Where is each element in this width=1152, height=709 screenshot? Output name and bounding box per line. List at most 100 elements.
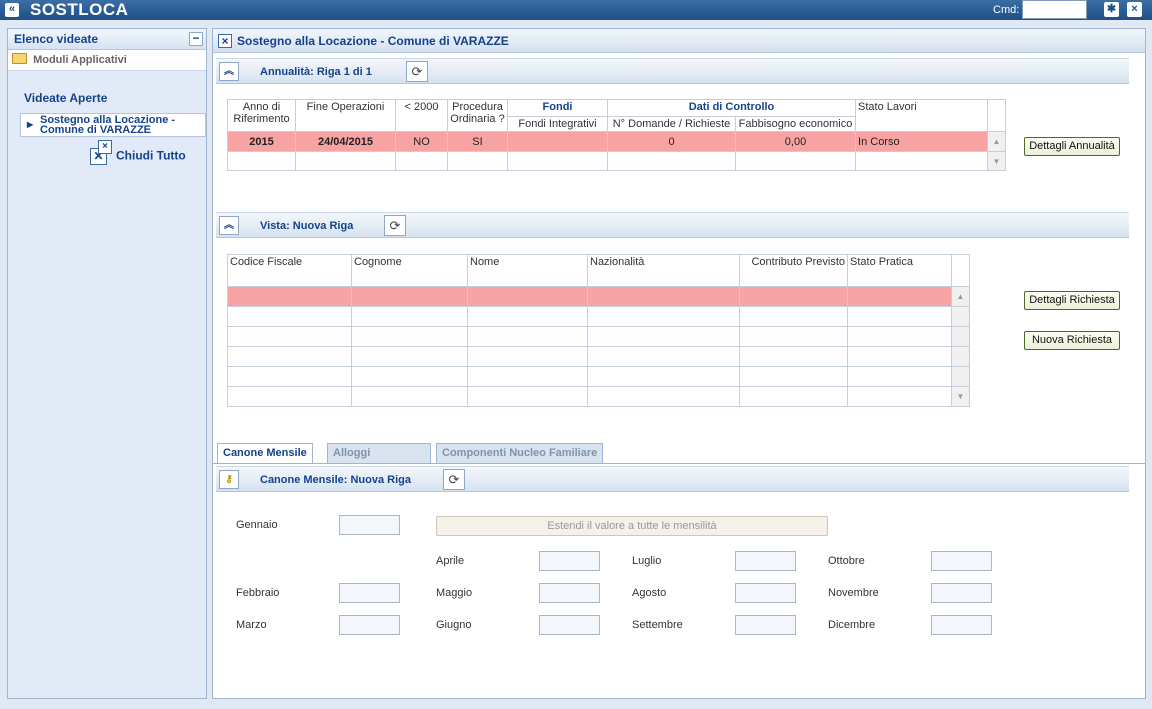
extend-value-button[interactable]: Estendi il valore a tutte le mensilità bbox=[436, 516, 828, 536]
table-row[interactable]: ▼ bbox=[227, 151, 1007, 171]
input-febbraio[interactable] bbox=[339, 583, 400, 603]
input-aprile[interactable] bbox=[539, 551, 600, 571]
scroll-down-icon[interactable]: ▼ bbox=[951, 386, 970, 407]
sidebar-item-modules-label: Moduli Applicativi bbox=[33, 54, 127, 66]
scroll-down-icon[interactable]: ▼ bbox=[987, 151, 1007, 171]
cell-fine[interactable]: 24/04/2015 bbox=[295, 131, 396, 152]
cell-anno[interactable]: 2015 bbox=[227, 131, 296, 152]
input-marzo[interactable] bbox=[339, 615, 400, 635]
open-view-item-line2: Comune di VARAZZE bbox=[40, 124, 152, 136]
cmd-input[interactable] bbox=[1022, 0, 1087, 19]
label-agosto: Agosto bbox=[632, 587, 667, 599]
close-icon[interactable]: × bbox=[1127, 2, 1142, 17]
collapse-icon[interactable]: ︽ bbox=[219, 216, 239, 235]
label-dicembre: Dicembre bbox=[828, 619, 876, 631]
sidebar: Elenco videate − Moduli Applicativi Vide… bbox=[7, 28, 207, 699]
cell-lt2000[interactable]: NO bbox=[395, 131, 448, 152]
tab-alloggi[interactable]: Alloggi bbox=[327, 443, 431, 463]
sidebar-item-modules[interactable]: Moduli Applicativi bbox=[8, 50, 206, 71]
input-novembre[interactable] bbox=[931, 583, 992, 603]
cell-n-domande[interactable]: 0 bbox=[607, 131, 736, 152]
vista-title: Vista: Nuova Riga bbox=[260, 220, 354, 232]
col-contributo[interactable]: Contributo Previsto bbox=[739, 254, 848, 287]
table-row[interactable] bbox=[227, 326, 970, 347]
col-fine[interactable]: Fine Operazioni bbox=[295, 99, 396, 132]
refresh-icon[interactable]: ⟳ bbox=[384, 215, 406, 236]
col-nome[interactable]: Nome bbox=[467, 254, 588, 287]
table-row[interactable]: ▼ bbox=[227, 386, 970, 407]
scroll-up-icon[interactable]: ▲ bbox=[951, 286, 970, 307]
table-row[interactable] bbox=[227, 366, 970, 387]
col-stato[interactable]: Stato Lavori bbox=[855, 99, 989, 132]
arrow-right-icon: ▶ bbox=[27, 120, 34, 129]
main-header: × Sostegno alla Locazione - Comune di VA… bbox=[213, 29, 1145, 53]
label-aprile: Aprile bbox=[436, 555, 465, 567]
cell-procedura[interactable]: SI bbox=[447, 131, 508, 152]
input-giugno[interactable] bbox=[539, 615, 600, 635]
close-all-button[interactable]: ✕ Chiudi Tutto bbox=[90, 140, 186, 165]
vista-table: Codice Fiscale Cognome Nome Nazionalità … bbox=[227, 254, 970, 407]
input-dicembre[interactable] bbox=[931, 615, 992, 635]
collapse-icon[interactable]: − bbox=[189, 32, 203, 46]
main-title: Sostegno alla Locazione - Comune di VARA… bbox=[237, 34, 509, 48]
label-marzo: Marzo bbox=[236, 619, 267, 631]
header-spacer bbox=[951, 254, 970, 287]
input-settembre[interactable] bbox=[735, 615, 796, 635]
col-fondi-integrativi[interactable]: Fondi Integrativi bbox=[507, 116, 608, 132]
tab-canone-mensile[interactable]: Canone Mensile bbox=[217, 443, 313, 464]
sidebar-header-label: Elenco videate bbox=[14, 32, 99, 46]
input-ottobre[interactable] bbox=[931, 551, 992, 571]
input-luglio[interactable] bbox=[735, 551, 796, 571]
col-n-domande[interactable]: N° Domande / Richieste bbox=[607, 116, 736, 132]
canone-title: Canone Mensile: Nuova Riga bbox=[260, 474, 411, 486]
annualita-title: Annualità: Riga 1 di 1 bbox=[260, 66, 372, 78]
label-febbraio: Febbraio bbox=[236, 587, 280, 599]
collapse-icon[interactable]: ︽ bbox=[219, 62, 239, 81]
annualita-table: Anno di Riferimento Fine Operazioni < 20… bbox=[227, 99, 1007, 171]
scroll-up-icon[interactable]: ▲ bbox=[987, 131, 1007, 152]
dettagli-annualita-button[interactable]: Dettagli Annualità bbox=[1024, 137, 1120, 156]
tab-divider bbox=[213, 463, 1145, 464]
folder-icon bbox=[12, 53, 27, 64]
col-group-fondi: Fondi bbox=[507, 99, 608, 117]
col-fabbisogno[interactable]: Fabbisogno economico bbox=[734, 116, 857, 132]
table-row[interactable]: ▲ bbox=[227, 286, 970, 307]
cell-stato[interactable]: In Corso bbox=[855, 131, 989, 152]
refresh-icon[interactable]: ⟳ bbox=[406, 61, 428, 82]
cell-fondi[interactable] bbox=[507, 131, 608, 152]
table-row[interactable] bbox=[227, 306, 970, 327]
bug-icon[interactable]: ✱ bbox=[1104, 2, 1119, 17]
label-settembre: Settembre bbox=[632, 619, 683, 631]
col-lt2000[interactable]: < 2000 bbox=[395, 99, 448, 132]
refresh-icon[interactable]: ⟳ bbox=[443, 469, 465, 490]
nuova-richiesta-button[interactable]: Nuova Richiesta bbox=[1024, 331, 1120, 350]
label-novembre: Novembre bbox=[828, 587, 879, 599]
label-gennaio: Gennaio bbox=[236, 519, 278, 531]
table-row[interactable] bbox=[227, 346, 970, 367]
label-ottobre: Ottobre bbox=[828, 555, 865, 567]
input-gennaio[interactable] bbox=[339, 515, 400, 535]
col-cognome[interactable]: Cognome bbox=[351, 254, 468, 287]
app-titlebar: « SOSTLOCA Cmd: ✱ × bbox=[0, 0, 1152, 20]
header-spacer bbox=[987, 99, 1007, 132]
col-codice-fiscale[interactable]: Codice Fiscale bbox=[227, 254, 352, 287]
key-icon[interactable]: ⚷ bbox=[219, 470, 239, 489]
open-views-title: Videate Aperte bbox=[24, 91, 108, 105]
cell-fabbisogno[interactable]: 0,00 bbox=[734, 131, 857, 152]
annualita-bar: ︽ Annualità: Riga 1 di 1 ⟳ bbox=[216, 58, 1129, 84]
col-nazionalita[interactable]: Nazionalità bbox=[587, 254, 740, 287]
col-stato-pratica[interactable]: Stato Pratica bbox=[847, 254, 952, 287]
input-maggio[interactable] bbox=[539, 583, 600, 603]
cmd-label: Cmd: bbox=[993, 4, 1020, 16]
tab-componenti[interactable]: Componenti Nucleo Familiare bbox=[436, 443, 604, 463]
main-panel: × Sostegno alla Locazione - Comune di VA… bbox=[212, 28, 1146, 699]
open-view-item[interactable]: ▶ Sostegno alla Locazione - Comune di VA… bbox=[20, 113, 206, 137]
col-procedura[interactable]: Procedura Ordinaria ? bbox=[447, 99, 508, 132]
close-view-icon[interactable]: × bbox=[218, 34, 232, 48]
sidebar-header: Elenco videate − bbox=[8, 29, 206, 50]
col-anno[interactable]: Anno di Riferimento bbox=[227, 99, 296, 132]
table-row[interactable]: 2015 24/04/2015 NO SI 0 0,00 In Corso ▲ bbox=[227, 131, 1007, 152]
back-icon[interactable]: « bbox=[5, 3, 19, 17]
input-agosto[interactable] bbox=[735, 583, 796, 603]
dettagli-richiesta-button[interactable]: Dettagli Richiesta bbox=[1024, 291, 1120, 310]
